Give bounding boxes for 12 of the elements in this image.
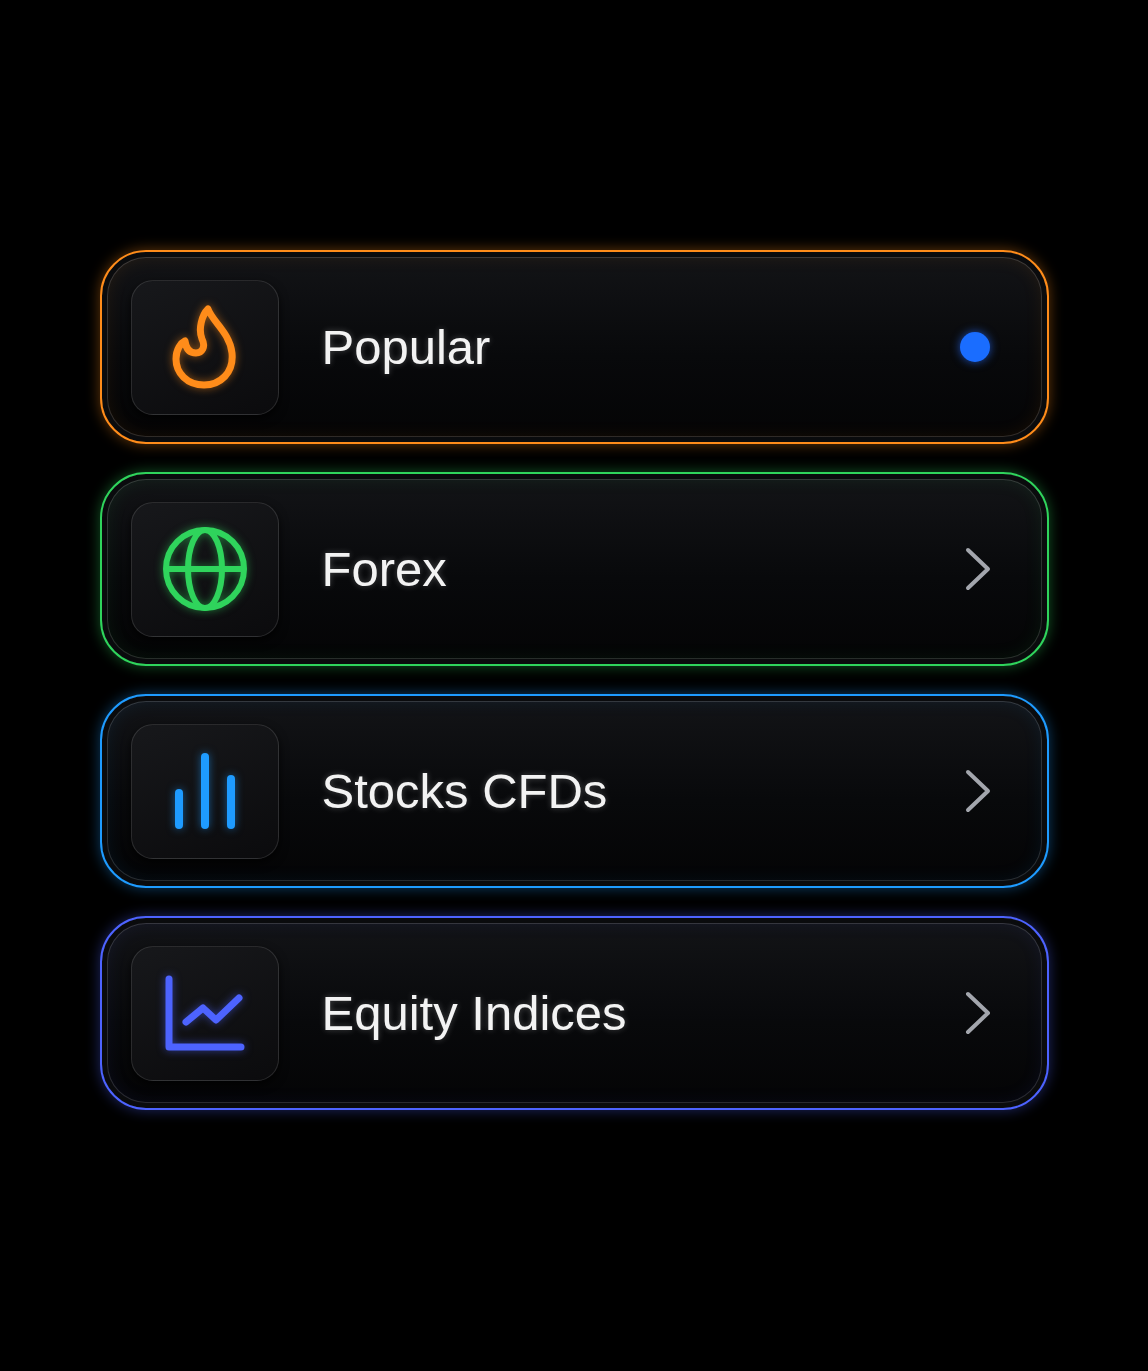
chevron-right-icon	[964, 991, 991, 1035]
category-item[interactable]: Equity Indices	[99, 916, 1049, 1110]
category-item[interactable]: Popular	[99, 250, 1049, 444]
flame-icon	[130, 279, 279, 415]
bar-chart-icon	[130, 723, 279, 859]
category-item[interactable]: Stocks CFDs	[99, 694, 1049, 888]
dot-icon	[959, 332, 990, 362]
chevron-right-icon	[964, 547, 991, 591]
chevron-right-icon	[964, 769, 991, 813]
category-item[interactable]: Forex	[99, 472, 1049, 666]
line-chart-icon	[130, 945, 279, 1081]
globe-icon	[130, 501, 279, 637]
